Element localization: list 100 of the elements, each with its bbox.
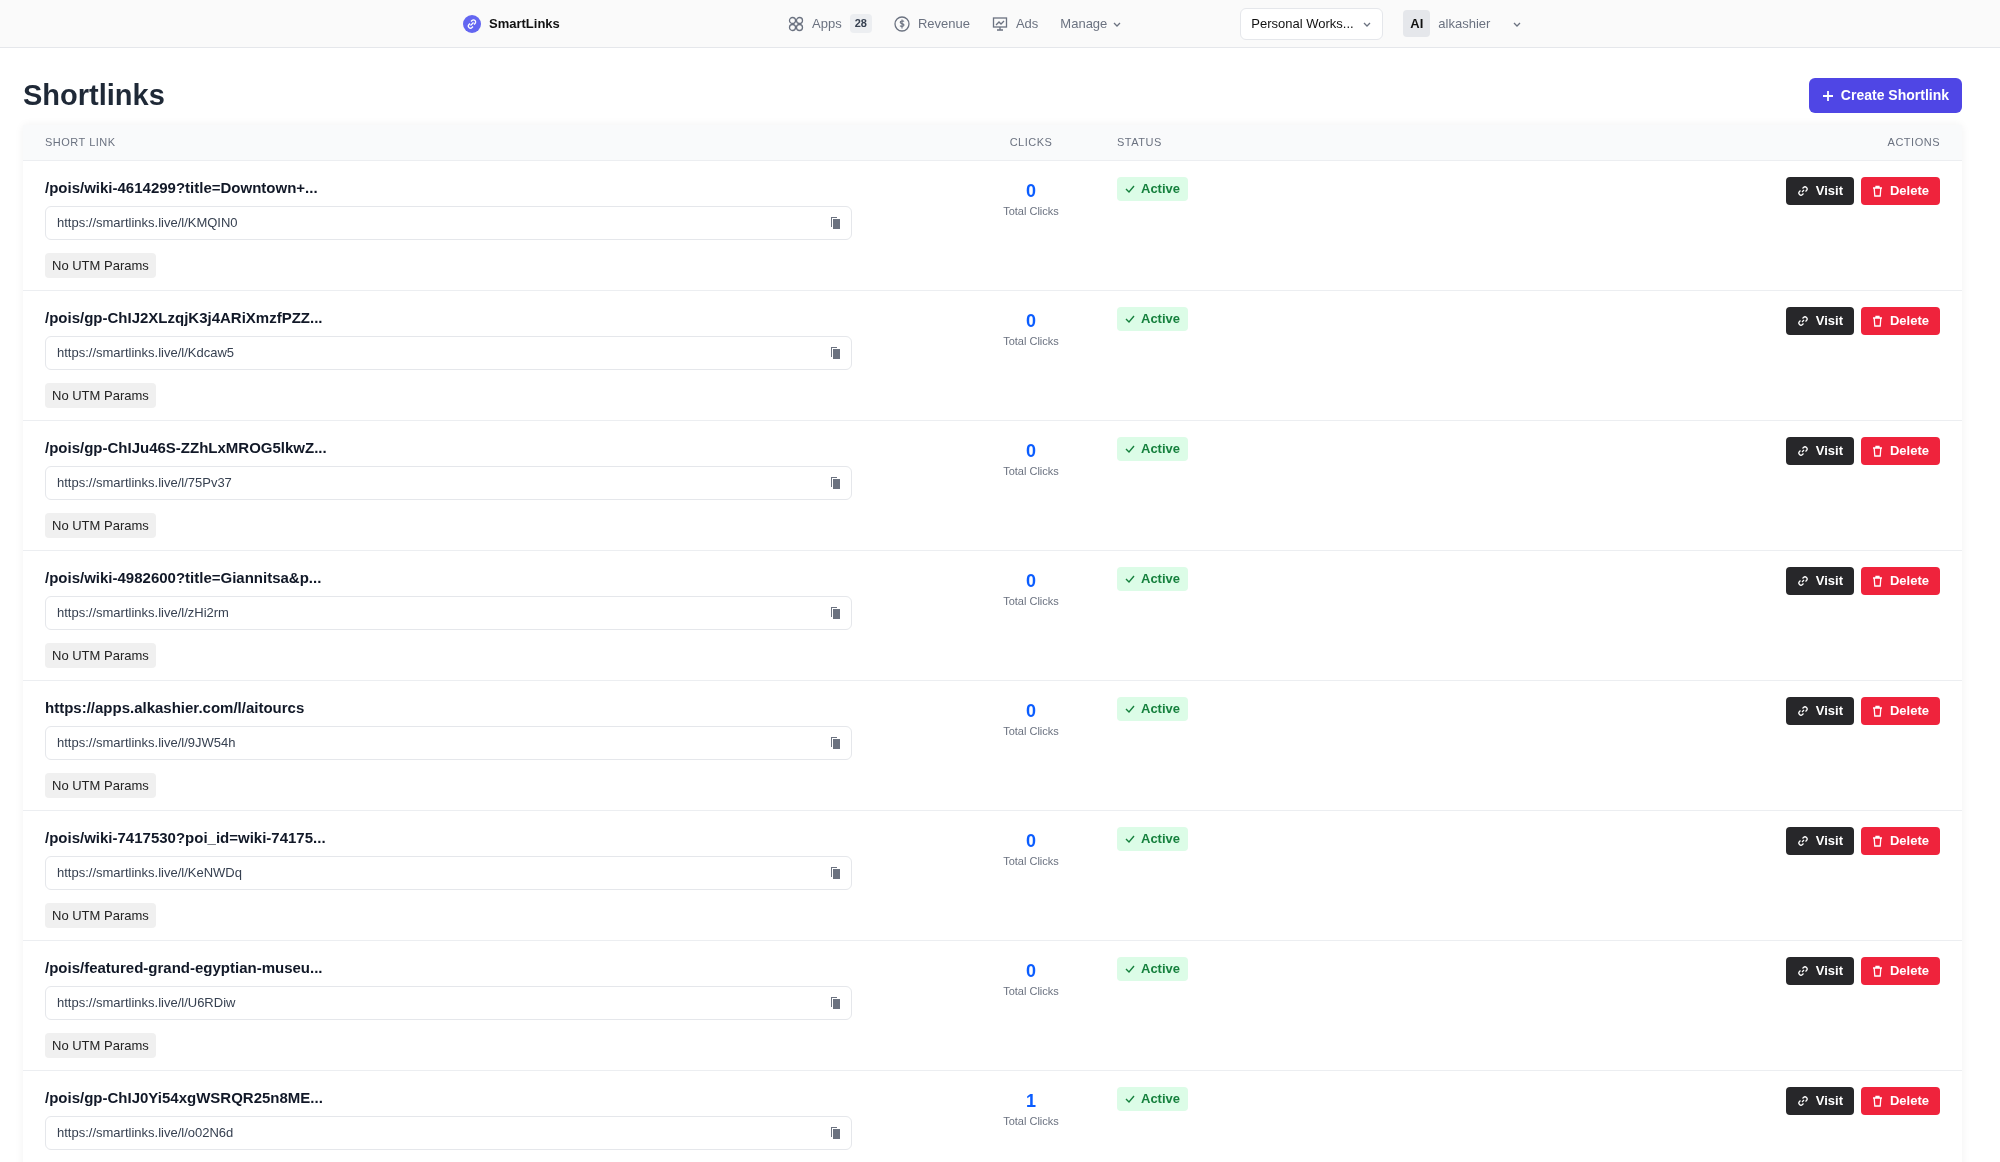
link-title: /pois/wiki-7417530?poi_id=wiki-74175... [45,828,327,848]
grid-icon [788,15,804,32]
delete-button[interactable]: Delete [1860,307,1940,335]
delete-button[interactable]: Delete [1860,827,1940,855]
url-field[interactable]: https://smartlinks.live/l/o02N6d [45,1115,852,1150]
link-title: /pois/featured-grand-egyptian-museu... [45,958,324,978]
trash-icon [1871,705,1883,717]
trash-icon [1871,445,1883,457]
nav-link[interactable]: Apps 28 [788,13,872,34]
trash-icon [1871,965,1883,977]
link-icon [1796,185,1809,197]
status-badge: Active [1117,827,1189,851]
dropdown-toggle-link[interactable]: Manage [1060,13,1123,34]
check-icon [1125,834,1135,844]
url-field[interactable]: https://smartlinks.live/l/zHi2rm [45,595,852,630]
click-label: Total Clicks [1002,853,1060,869]
link-icon [1796,315,1809,327]
click-label: Total Clicks [1002,983,1060,999]
user-name[interactable]: alkashier [1438,13,1491,34]
utm-tag: No UTM Params [45,252,156,278]
status-badge: Active [1117,1087,1189,1111]
status-badge: Active [1117,437,1189,461]
link-title: /pois/gp-ChIJ2XLzqjK3j4ARiXmzfPZZ... [45,308,324,328]
click-count: 0 [1025,311,1037,333]
copy-icon [829,215,843,230]
nav-link[interactable]: Revenue [893,13,970,34]
trash-icon [1871,315,1883,327]
delete-button[interactable]: Delete [1860,1087,1940,1115]
click-count: 0 [1025,181,1037,203]
click-label: Total Clicks [1002,333,1060,349]
click-count: 0 [1025,961,1037,983]
copy-icon [829,605,843,620]
status-badge: Active [1117,697,1189,721]
page-title: Shortlinks [23,78,165,113]
dollar-icon [893,15,910,32]
status-badge: Active [1117,567,1189,591]
link-icon [1796,705,1809,717]
plus-icon [1821,89,1834,102]
url-field[interactable]: https://smartlinks.live/l/U6RDiw [45,985,852,1020]
link-icon [1796,965,1809,977]
trash-icon [1871,1095,1883,1107]
copy-icon [829,345,843,360]
utm-tag: No UTM Params [45,772,156,798]
url-field[interactable]: https://smartlinks.live/l/KeNWDq [45,855,852,890]
check-icon [1125,704,1135,714]
click-label: Total Clicks [1002,593,1060,609]
check-icon [1125,964,1135,974]
status-badge: Active [1117,307,1189,331]
visit-button[interactable]: Visit [1785,307,1854,335]
utm-tag: No UTM Params [45,512,156,538]
click-label: Total Clicks [1002,203,1060,219]
link-icon [1796,1095,1809,1107]
url-field[interactable]: https://smartlinks.live/l/9JW54h [45,725,852,760]
delete-button[interactable]: Delete [1860,957,1940,985]
delete-button[interactable]: Delete [1860,697,1940,725]
click-label: Total Clicks [1002,463,1060,479]
presentation-icon [991,15,1008,32]
link-title: https://apps.alkashier.com/l/aitourcs [45,698,306,718]
utm-tag: No UTM Params [45,382,156,408]
copy-icon [829,865,843,880]
visit-button[interactable]: Visit [1785,827,1854,855]
link-title: /pois/wiki-4982600?title=Giannitsa&p... [45,568,323,588]
trash-icon [1871,185,1883,197]
copy-icon [829,735,843,750]
click-label: Total Clicks [1002,1113,1060,1129]
trash-icon [1871,575,1883,587]
click-label: Total Clicks [1002,723,1060,739]
link-icon [1796,835,1809,847]
trash-icon [1871,835,1883,847]
url-field[interactable]: https://smartlinks.live/l/KMQIN0 [45,205,852,240]
click-count: 0 [1025,831,1037,853]
url-field[interactable]: https://smartlinks.live/l/Kdcaw5 [45,335,852,370]
visit-button[interactable]: Visit [1785,567,1854,595]
visit-button[interactable]: Visit [1785,1087,1854,1115]
link-icon [1796,445,1809,457]
url-field[interactable]: https://smartlinks.live/l/75Pv37 [45,465,852,500]
link-title: /pois/gp-ChIJ0Yi54xgWSRQR25n8ME... [45,1088,324,1108]
visit-button[interactable]: Visit [1785,437,1854,465]
delete-button[interactable]: Delete [1860,567,1940,595]
copy-icon [829,475,843,490]
nav-link[interactable]: Ads [991,13,1039,34]
visit-button[interactable]: Visit [1785,697,1854,725]
delete-button[interactable]: Delete [1860,437,1940,465]
status-badge: Active [1117,957,1189,981]
check-icon [1125,184,1135,194]
link-title: /pois/wiki-4614299?title=Downtown+... [45,178,319,198]
check-icon [1125,314,1135,324]
link-logo-icon [463,14,481,33]
check-icon [1125,444,1135,454]
visit-button[interactable]: Visit [1785,957,1854,985]
visit-button[interactable]: Visit [1785,177,1854,205]
avatar: AI [1403,10,1431,37]
click-count: 0 [1025,701,1037,723]
copy-icon [829,1125,843,1140]
check-icon [1125,574,1135,584]
utm-tag: No UTM Params [45,902,156,928]
delete-button[interactable]: Delete [1860,177,1940,205]
column-header: SHORT LINK [45,135,117,151]
create-shortlink-button[interactable]: Create Shortlink [1808,78,1962,113]
workspace-select[interactable]: Personal Works... [1240,7,1384,40]
